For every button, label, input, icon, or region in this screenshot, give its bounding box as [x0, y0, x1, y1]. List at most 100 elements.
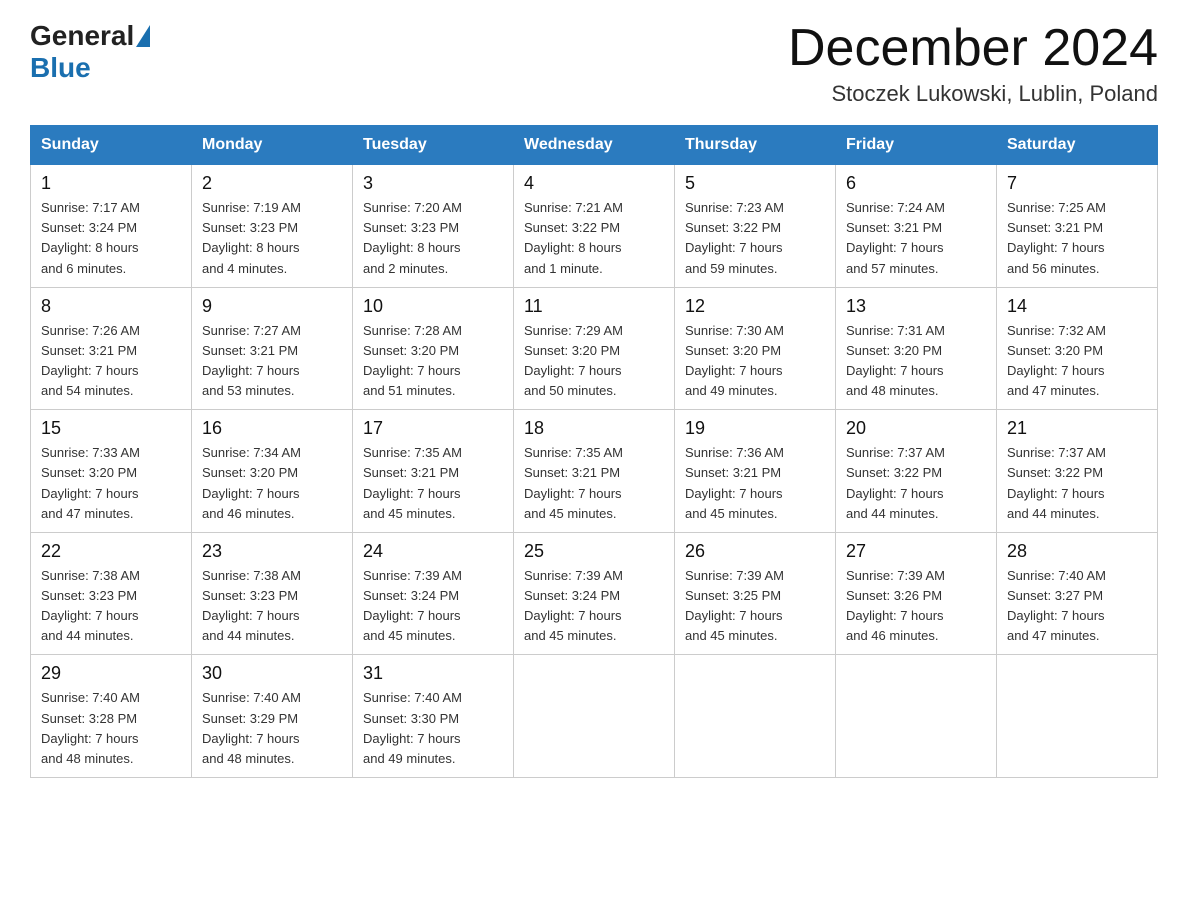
day-info: Sunrise: 7:28 AMSunset: 3:20 PMDaylight:… — [363, 321, 503, 402]
week-row-4: 22 Sunrise: 7:38 AMSunset: 3:23 PMDaylig… — [31, 532, 1158, 655]
calendar-cell: 9 Sunrise: 7:27 AMSunset: 3:21 PMDayligh… — [192, 287, 353, 410]
day-info: Sunrise: 7:40 AMSunset: 3:28 PMDaylight:… — [41, 688, 181, 769]
calendar-cell: 22 Sunrise: 7:38 AMSunset: 3:23 PMDaylig… — [31, 532, 192, 655]
day-number: 27 — [846, 541, 986, 562]
calendar-cell: 29 Sunrise: 7:40 AMSunset: 3:28 PMDaylig… — [31, 655, 192, 778]
day-number: 24 — [363, 541, 503, 562]
day-info: Sunrise: 7:32 AMSunset: 3:20 PMDaylight:… — [1007, 321, 1147, 402]
calendar-cell — [997, 655, 1158, 778]
calendar-cell: 8 Sunrise: 7:26 AMSunset: 3:21 PMDayligh… — [31, 287, 192, 410]
calendar-cell: 16 Sunrise: 7:34 AMSunset: 3:20 PMDaylig… — [192, 410, 353, 533]
page-header: General Blue December 2024 Stoczek Lukow… — [30, 20, 1158, 107]
day-info: Sunrise: 7:23 AMSunset: 3:22 PMDaylight:… — [685, 198, 825, 279]
day-info: Sunrise: 7:38 AMSunset: 3:23 PMDaylight:… — [202, 566, 342, 647]
header-row: SundayMondayTuesdayWednesdayThursdayFrid… — [31, 126, 1158, 165]
calendar-cell: 6 Sunrise: 7:24 AMSunset: 3:21 PMDayligh… — [836, 165, 997, 288]
header-thursday: Thursday — [675, 126, 836, 165]
calendar-cell: 7 Sunrise: 7:25 AMSunset: 3:21 PMDayligh… — [997, 165, 1158, 288]
day-info: Sunrise: 7:40 AMSunset: 3:30 PMDaylight:… — [363, 688, 503, 769]
day-number: 20 — [846, 418, 986, 439]
calendar-cell: 24 Sunrise: 7:39 AMSunset: 3:24 PMDaylig… — [353, 532, 514, 655]
calendar-cell: 12 Sunrise: 7:30 AMSunset: 3:20 PMDaylig… — [675, 287, 836, 410]
day-info: Sunrise: 7:40 AMSunset: 3:27 PMDaylight:… — [1007, 566, 1147, 647]
day-number: 10 — [363, 296, 503, 317]
header-friday: Friday — [836, 126, 997, 165]
header-tuesday: Tuesday — [353, 126, 514, 165]
calendar-cell: 14 Sunrise: 7:32 AMSunset: 3:20 PMDaylig… — [997, 287, 1158, 410]
day-number: 13 — [846, 296, 986, 317]
day-info: Sunrise: 7:40 AMSunset: 3:29 PMDaylight:… — [202, 688, 342, 769]
day-number: 6 — [846, 173, 986, 194]
day-info: Sunrise: 7:27 AMSunset: 3:21 PMDaylight:… — [202, 321, 342, 402]
calendar-cell: 2 Sunrise: 7:19 AMSunset: 3:23 PMDayligh… — [192, 165, 353, 288]
calendar-cell: 11 Sunrise: 7:29 AMSunset: 3:20 PMDaylig… — [514, 287, 675, 410]
day-number: 19 — [685, 418, 825, 439]
day-info: Sunrise: 7:20 AMSunset: 3:23 PMDaylight:… — [363, 198, 503, 279]
day-number: 31 — [363, 663, 503, 684]
day-info: Sunrise: 7:29 AMSunset: 3:20 PMDaylight:… — [524, 321, 664, 402]
calendar-cell: 30 Sunrise: 7:40 AMSunset: 3:29 PMDaylig… — [192, 655, 353, 778]
day-number: 30 — [202, 663, 342, 684]
day-number: 21 — [1007, 418, 1147, 439]
logo-triangle-icon — [136, 25, 150, 47]
calendar-body: 1 Sunrise: 7:17 AMSunset: 3:24 PMDayligh… — [31, 165, 1158, 778]
calendar-cell: 15 Sunrise: 7:33 AMSunset: 3:20 PMDaylig… — [31, 410, 192, 533]
logo-blue: Blue — [30, 52, 91, 84]
calendar-cell: 10 Sunrise: 7:28 AMSunset: 3:20 PMDaylig… — [353, 287, 514, 410]
header-sunday: Sunday — [31, 126, 192, 165]
logo: General Blue — [30, 20, 152, 84]
day-info: Sunrise: 7:39 AMSunset: 3:24 PMDaylight:… — [363, 566, 503, 647]
day-info: Sunrise: 7:39 AMSunset: 3:25 PMDaylight:… — [685, 566, 825, 647]
day-number: 16 — [202, 418, 342, 439]
day-info: Sunrise: 7:35 AMSunset: 3:21 PMDaylight:… — [363, 443, 503, 524]
calendar-cell: 27 Sunrise: 7:39 AMSunset: 3:26 PMDaylig… — [836, 532, 997, 655]
calendar-cell: 1 Sunrise: 7:17 AMSunset: 3:24 PMDayligh… — [31, 165, 192, 288]
calendar-cell: 23 Sunrise: 7:38 AMSunset: 3:23 PMDaylig… — [192, 532, 353, 655]
day-info: Sunrise: 7:31 AMSunset: 3:20 PMDaylight:… — [846, 321, 986, 402]
day-number: 29 — [41, 663, 181, 684]
day-number: 26 — [685, 541, 825, 562]
month-title: December 2024 — [788, 20, 1158, 77]
day-number: 7 — [1007, 173, 1147, 194]
calendar-cell: 25 Sunrise: 7:39 AMSunset: 3:24 PMDaylig… — [514, 532, 675, 655]
day-number: 14 — [1007, 296, 1147, 317]
day-number: 25 — [524, 541, 664, 562]
day-info: Sunrise: 7:30 AMSunset: 3:20 PMDaylight:… — [685, 321, 825, 402]
day-number: 12 — [685, 296, 825, 317]
day-info: Sunrise: 7:35 AMSunset: 3:21 PMDaylight:… — [524, 443, 664, 524]
day-number: 18 — [524, 418, 664, 439]
day-number: 23 — [202, 541, 342, 562]
calendar-cell: 26 Sunrise: 7:39 AMSunset: 3:25 PMDaylig… — [675, 532, 836, 655]
calendar-cell — [514, 655, 675, 778]
day-info: Sunrise: 7:19 AMSunset: 3:23 PMDaylight:… — [202, 198, 342, 279]
location: Stoczek Lukowski, Lublin, Poland — [788, 81, 1158, 107]
logo-text: General — [30, 20, 152, 52]
title-section: December 2024 Stoczek Lukowski, Lublin, … — [788, 20, 1158, 107]
day-number: 15 — [41, 418, 181, 439]
day-number: 28 — [1007, 541, 1147, 562]
day-number: 22 — [41, 541, 181, 562]
day-number: 17 — [363, 418, 503, 439]
header-monday: Monday — [192, 126, 353, 165]
day-number: 9 — [202, 296, 342, 317]
day-info: Sunrise: 7:39 AMSunset: 3:24 PMDaylight:… — [524, 566, 664, 647]
calendar-cell — [675, 655, 836, 778]
calendar-table: SundayMondayTuesdayWednesdayThursdayFrid… — [30, 125, 1158, 778]
calendar-cell: 19 Sunrise: 7:36 AMSunset: 3:21 PMDaylig… — [675, 410, 836, 533]
day-info: Sunrise: 7:26 AMSunset: 3:21 PMDaylight:… — [41, 321, 181, 402]
day-info: Sunrise: 7:38 AMSunset: 3:23 PMDaylight:… — [41, 566, 181, 647]
calendar-cell: 28 Sunrise: 7:40 AMSunset: 3:27 PMDaylig… — [997, 532, 1158, 655]
calendar-cell: 20 Sunrise: 7:37 AMSunset: 3:22 PMDaylig… — [836, 410, 997, 533]
day-info: Sunrise: 7:37 AMSunset: 3:22 PMDaylight:… — [1007, 443, 1147, 524]
calendar-cell: 31 Sunrise: 7:40 AMSunset: 3:30 PMDaylig… — [353, 655, 514, 778]
day-number: 5 — [685, 173, 825, 194]
week-row-5: 29 Sunrise: 7:40 AMSunset: 3:28 PMDaylig… — [31, 655, 1158, 778]
day-number: 8 — [41, 296, 181, 317]
calendar-cell: 5 Sunrise: 7:23 AMSunset: 3:22 PMDayligh… — [675, 165, 836, 288]
calendar-cell: 13 Sunrise: 7:31 AMSunset: 3:20 PMDaylig… — [836, 287, 997, 410]
day-number: 3 — [363, 173, 503, 194]
day-number: 11 — [524, 296, 664, 317]
header-saturday: Saturday — [997, 126, 1158, 165]
day-info: Sunrise: 7:36 AMSunset: 3:21 PMDaylight:… — [685, 443, 825, 524]
week-row-3: 15 Sunrise: 7:33 AMSunset: 3:20 PMDaylig… — [31, 410, 1158, 533]
